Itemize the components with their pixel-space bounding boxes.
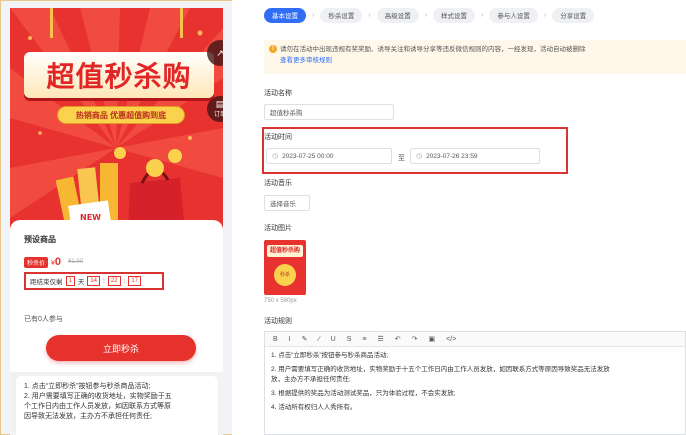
editor-toolbar: B I ✎ ∕ U S ≡ ☰ ↶ ↷ ▣ </> (265, 332, 685, 347)
preview-rule-line: 因导致无法发放，主办方不承担任何责任; (24, 413, 152, 420)
code-icon[interactable]: </> (446, 336, 456, 343)
countdown-separator: : (103, 277, 105, 285)
poster-title: 超值秒杀购 (24, 52, 214, 98)
start-time-picker[interactable]: ◷ 2023-07-25 00:00 (266, 148, 392, 164)
preview-rule-line: 个工作日内由工作人员发放，如因联系方式等原 (24, 403, 171, 410)
thumbnail-title: 超值秒杀购 (267, 245, 303, 257)
activity-rules-label: 活动规则 (264, 318, 292, 325)
tab-basic-settings[interactable]: 基本设置 (264, 7, 306, 23)
share-icon: ↗ (216, 47, 223, 58)
seckill-price: ¥0 (51, 256, 61, 268)
brush-icon[interactable]: ∕ (319, 336, 320, 343)
countdown-hours: 14 (87, 276, 101, 286)
poster-title-text: 超值秒杀购 (46, 60, 192, 93)
preview-rule-line: 2. 用户需要填写正确的收货地址，实物奖励于五 (24, 393, 172, 400)
activity-music-label: 活动音乐 (264, 180, 292, 187)
countdown-separator: : (123, 277, 126, 285)
chevron-right-icon: › (368, 11, 371, 19)
price-row: 秒杀价 ¥0 ¥1.00 (24, 256, 83, 268)
undo-icon[interactable]: ↶ (395, 335, 401, 343)
join-seckill-button[interactable]: 立即秒杀 (46, 335, 196, 361)
countdown-minutes: 22 (107, 276, 121, 286)
goods-title: 预设商品 (24, 235, 56, 244)
poster-subtitle-text: 热销商品 优惠超值购到底 (75, 110, 167, 120)
order-button-label: 订单 (213, 112, 223, 118)
list-icon[interactable]: ☰ (378, 335, 384, 343)
mobile-preview: 超值秒杀购 热销商品 优惠超值购到底 NEW ↗ ▤ 订单 预设商品 秒杀价 ¥… (10, 8, 223, 435)
end-time-value: 2023-07-26 23:59 (426, 152, 478, 160)
rule-line: 3. 根据提供的奖品为活动测试奖品，只为体验过程，不会实发放; (271, 390, 456, 397)
chevron-right-icon: › (424, 11, 428, 19)
strikethrough-button[interactable]: S (347, 336, 352, 343)
start-time-value: 2023-07-25 00:00 (282, 152, 334, 160)
pen-icon[interactable]: ✎ (302, 335, 308, 343)
activity-time-label: 活动时间 (264, 134, 292, 141)
tab-participant-settings[interactable]: 参与人设置 (489, 7, 538, 23)
countdown-timer: 距结束仅剩 1 天 14 : 22 : 17 (24, 272, 164, 290)
clock-icon: ◷ (416, 153, 423, 160)
countdown-days: 1 (65, 276, 75, 286)
underline-button[interactable]: U (331, 336, 336, 343)
activity-editor: 基本设置 › 秒杀设置 › 高级设置 › 样式设置 › 参与人设置 › 分享设置… (232, 0, 686, 435)
select-music-button[interactable]: 选择音乐 (264, 195, 310, 211)
preview-rule-line: 1. 点击“立即秒杀”按钮参与秒杀商品活动; (24, 383, 151, 390)
redo-icon[interactable]: ↷ (412, 335, 418, 343)
price-value: 0 (54, 256, 62, 268)
countdown-day-unit: 天 (77, 279, 85, 286)
activity-image-label: 活动图片 (264, 225, 292, 232)
review-notice: ! 请勿在活动中出现违规有奖奖励、诱导关注和诱导分享等违反微信规则的内容，一经发… (264, 40, 686, 74)
image-size-note: 750 x 580px (264, 298, 297, 304)
original-price: ¥1.00 (68, 259, 84, 265)
joined-count: 已有0人参与 (24, 316, 63, 323)
rules-rich-text-editor[interactable]: B I ✎ ∕ U S ≡ ☰ ↶ ↷ ▣ </> 1. 点击“立即秒杀”按钮参… (264, 331, 686, 435)
poster-subtitle: 热销商品 优惠超值购到底 (57, 106, 185, 124)
hanging-string-right (180, 8, 183, 38)
preview-rules: 1. 点击“立即秒杀”按钮参与秒杀商品活动; 2. 用户需要填写正确的收货地址，… (16, 376, 218, 435)
activity-name-input[interactable]: 超值秒杀购 (264, 104, 394, 120)
tab-seckill-settings[interactable]: 秒杀设置 (320, 7, 363, 23)
chevron-right-icon: › (312, 11, 315, 19)
rule-line: 4. 活动所有权归人人秀所有。 (271, 404, 357, 411)
hanging-string-left (50, 8, 53, 38)
thumbnail-badge: 秒杀 (274, 264, 296, 286)
step-tabs: 基本设置 › 秒杀设置 › 高级设置 › 样式设置 › 参与人设置 › 分享设置 (264, 7, 595, 23)
italic-button[interactable]: I (289, 336, 291, 343)
warning-icon: ! (269, 45, 277, 53)
rule-line: 1. 点击“立即秒杀”按钮参与秒杀商品活动; (271, 352, 389, 359)
countdown-seconds: 17 (128, 276, 142, 286)
seckill-price-badge: 秒杀价 (24, 256, 49, 268)
time-range-separator: 至 (398, 155, 405, 162)
image-icon[interactable]: ▣ (429, 335, 436, 343)
chevron-right-icon: › (481, 11, 484, 19)
activity-image-thumbnail[interactable]: 超值秒杀购 秒杀 (264, 240, 306, 295)
chevron-right-icon: › (543, 11, 547, 19)
tab-advanced-settings[interactable]: 高级设置 (376, 7, 419, 23)
activity-name-label: 活动名称 (264, 90, 292, 97)
tab-style-settings[interactable]: 样式设置 (433, 7, 476, 23)
bold-button[interactable]: B (273, 336, 278, 343)
clock-icon: ◷ (272, 153, 279, 160)
end-time-picker[interactable]: ◷ 2023-07-26 23:59 (410, 148, 540, 164)
audit-rules-link[interactable]: 查看更多审核规则 (280, 55, 678, 66)
order-icon: ▤ (215, 99, 223, 109)
notice-text: 请勿在活动中出现违规有奖奖励、诱导关注和诱导分享等违反微信规则的内容，一经发现，… (280, 46, 586, 53)
countdown-prefix: 距结束仅剩 (30, 279, 63, 286)
rules-content[interactable]: 1. 点击“立即秒杀”按钮参与秒杀商品活动; 2. 用户需要填写正确的收货地址，… (265, 347, 685, 421)
poster-banner: 超值秒杀购 热销商品 优惠超值购到底 NEW (10, 8, 223, 240)
tab-share-settings[interactable]: 分享设置 (552, 7, 595, 23)
rule-line: 2. 用户需要填写正确的收货地址，实物奖励于十五个工作日内由工作人员发放，如因联… (271, 366, 610, 373)
align-icon[interactable]: ≡ (362, 336, 366, 343)
rule-line: 放，主办方不承担任何责任; (271, 376, 351, 383)
goods-panel: 预设商品 秒杀价 ¥0 ¥1.00 距结束仅剩 1 天 14 : 22 : 17… (10, 220, 223, 372)
